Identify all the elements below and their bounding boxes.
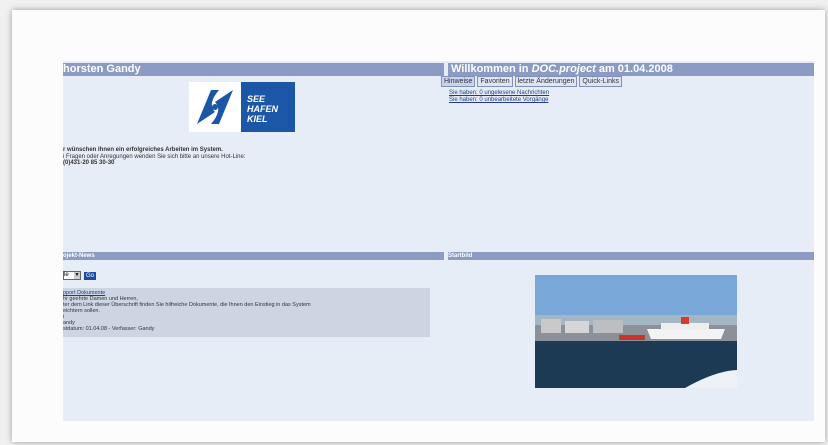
welcome-text: r wünschen Ihnen ein erfolgreiches Arbei… [63, 147, 245, 167]
tab-letzte-aenderungen[interactable]: letzte Änderungen [514, 76, 578, 87]
welcome-line-1: r wünschen Ihnen ein erfolgreiches Arbei… [63, 147, 223, 153]
logo-line-hafen: HAFEN [247, 104, 278, 114]
logo-line-kiel: KIEL [247, 114, 268, 124]
hotline-number: (0)431-20 85 30-30 [63, 160, 115, 166]
logo-text: SEE HAFEN KIEL [241, 82, 295, 132]
news-filter-row: le ▼ Go [63, 271, 97, 280]
startbild-heading: Startbild [448, 253, 473, 259]
portal-content: horsten Gandy Willkommen in DOC.project … [63, 61, 814, 421]
tab-hinweise[interactable]: Hinweise [441, 76, 476, 87]
news-filter-value: le [64, 272, 69, 278]
unread-messages-link[interactable]: Sie haben: 0 ungelesene Nachrichten [449, 90, 549, 97]
news-heading: ojekt-News [63, 253, 95, 259]
window-frame: horsten Gandy Willkommen in DOC.project … [12, 10, 825, 442]
logo-mark-icon [189, 82, 241, 132]
seehafen-kiel-logo: SEE HAFEN KIEL [189, 82, 295, 132]
news-meta: stdatum: 01.04.08 - Verfasser: Gandy [63, 326, 155, 332]
tab-favoriten[interactable]: Favoriten [477, 76, 513, 87]
message-summary: Sie haben: 0 ungelesene Nachrichten Sie … [449, 90, 549, 104]
logo-line-see: SEE [247, 94, 266, 104]
info-tabs: Hinweise Favoriten letzte Änderungen Qui… [441, 76, 622, 87]
go-button[interactable]: Go [84, 271, 97, 280]
news-header-bar: ojekt-News [63, 252, 444, 260]
news-filter-select[interactable]: le ▼ [63, 271, 81, 280]
welcome-date: am 01.04.2008 [595, 63, 673, 75]
welcome-header-bar: Willkommen in DOC.project am 01.04.2008 [448, 63, 814, 76]
harbor-photo [535, 275, 737, 388]
tab-quick-links[interactable]: Quick-Links [579, 76, 622, 87]
user-header-bar: horsten Gandy [63, 63, 444, 76]
welcome-product: DOC.project [531, 63, 596, 75]
startbild-header-bar: Startbild [448, 252, 814, 260]
chevron-down-icon: ▼ [74, 272, 80, 279]
user-name: horsten Gandy [63, 63, 141, 75]
welcome-prefix: Willkommen in [451, 63, 532, 75]
news-item: pport Dokumente hr geehrte Damen und Her… [63, 288, 430, 337]
open-tasks-link[interactable]: Sie haben: 0 unbearbeitete Vorgänge [449, 97, 549, 104]
